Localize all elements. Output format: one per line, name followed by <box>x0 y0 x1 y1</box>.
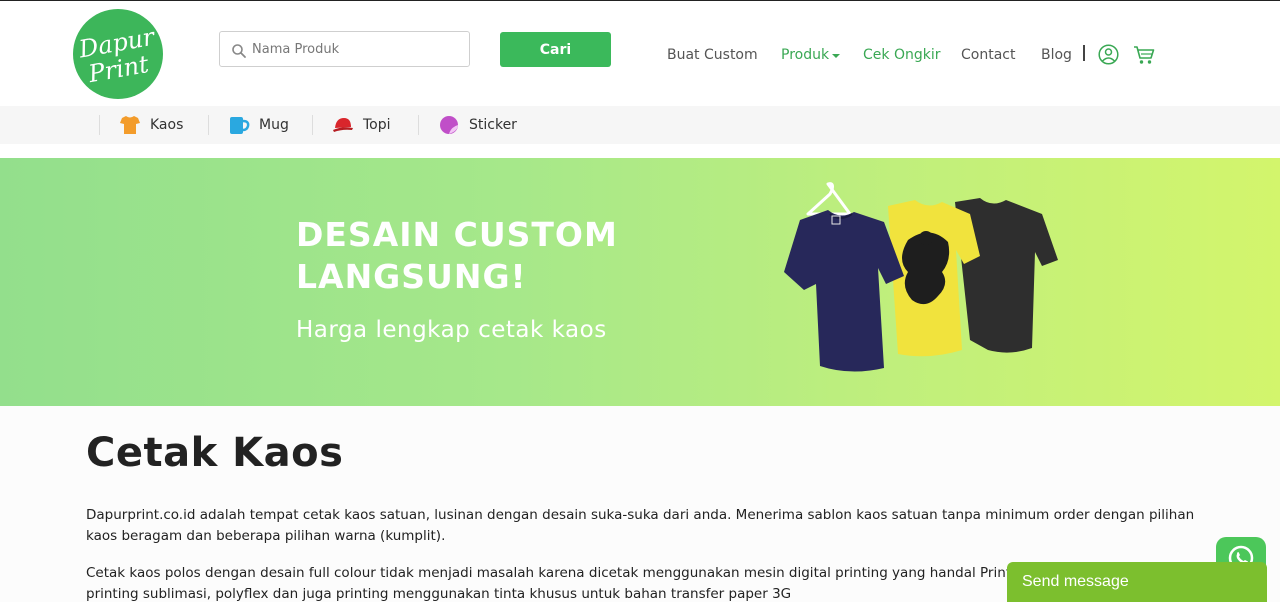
nav-cek-ongkir[interactable]: Cek Ongkir <box>863 44 940 66</box>
tshirt-icon <box>120 116 140 134</box>
nav-contact[interactable]: Contact <box>961 44 1015 66</box>
category-label: Topi <box>363 117 391 133</box>
nav-produk-dropdown[interactable]: Produk <box>781 44 841 66</box>
category-sticker[interactable]: Sticker <box>418 106 517 144</box>
site-header: Dapur Print Cari Buat Custom Produk Cek … <box>0 1 1280 106</box>
user-icon[interactable] <box>1098 44 1119 65</box>
sticker-icon <box>440 116 458 134</box>
nav-buat-custom[interactable]: Buat Custom <box>667 44 758 66</box>
intro-paragraph: Dapurprint.co.id adalah tempat cetak kao… <box>86 507 1195 544</box>
nav-label: Buat Custom <box>667 47 758 63</box>
page-title: Cetak Kaos <box>86 430 344 476</box>
nav-label: Produk <box>781 47 830 63</box>
category-divider <box>99 115 100 135</box>
banner-subtitle: Harga lengkap cetak kaos <box>296 317 607 343</box>
tshirts-image <box>784 182 1058 372</box>
hero-banner[interactable]: DESAIN CUSTOM LANGSUNG! Harga lengkap ce… <box>0 158 1280 406</box>
search-input[interactable] <box>252 34 462 64</box>
category-divider <box>418 115 419 135</box>
category-label: Sticker <box>469 117 517 133</box>
search-box <box>219 31 470 67</box>
send-message-bar[interactable]: Send message <box>1007 562 1267 602</box>
caret-down-icon <box>832 54 841 58</box>
category-divider <box>208 115 209 135</box>
mug-icon <box>230 117 250 134</box>
category-mug[interactable]: Mug <box>208 106 289 144</box>
send-message-label: Send message <box>1022 573 1129 590</box>
search-icon <box>232 44 246 58</box>
cap-icon <box>333 118 353 132</box>
site-logo[interactable]: Dapur Print <box>73 9 163 99</box>
nav-separator <box>1083 45 1085 61</box>
banner-headline-line2: LANGSUNG! <box>296 257 527 296</box>
nav-label: Blog <box>1041 47 1072 63</box>
category-divider <box>312 115 313 135</box>
category-bar: Kaos Mug Topi Sticker <box>0 106 1280 144</box>
category-label: Mug <box>259 117 289 133</box>
banner-headline: DESAIN CUSTOM LANGSUNG! <box>296 214 618 298</box>
search-button[interactable]: Cari <box>500 32 611 67</box>
nav-label: Cek Ongkir <box>863 47 941 63</box>
nav-blog[interactable]: Blog <box>1041 44 1072 66</box>
cart-icon[interactable] <box>1133 45 1155 65</box>
banner-headline-line1: DESAIN CUSTOM <box>296 215 618 254</box>
category-label: Kaos <box>150 117 184 133</box>
nav-label: Contact <box>961 47 1016 63</box>
category-kaos[interactable]: Kaos <box>99 106 183 144</box>
category-topi[interactable]: Topi <box>312 106 391 144</box>
